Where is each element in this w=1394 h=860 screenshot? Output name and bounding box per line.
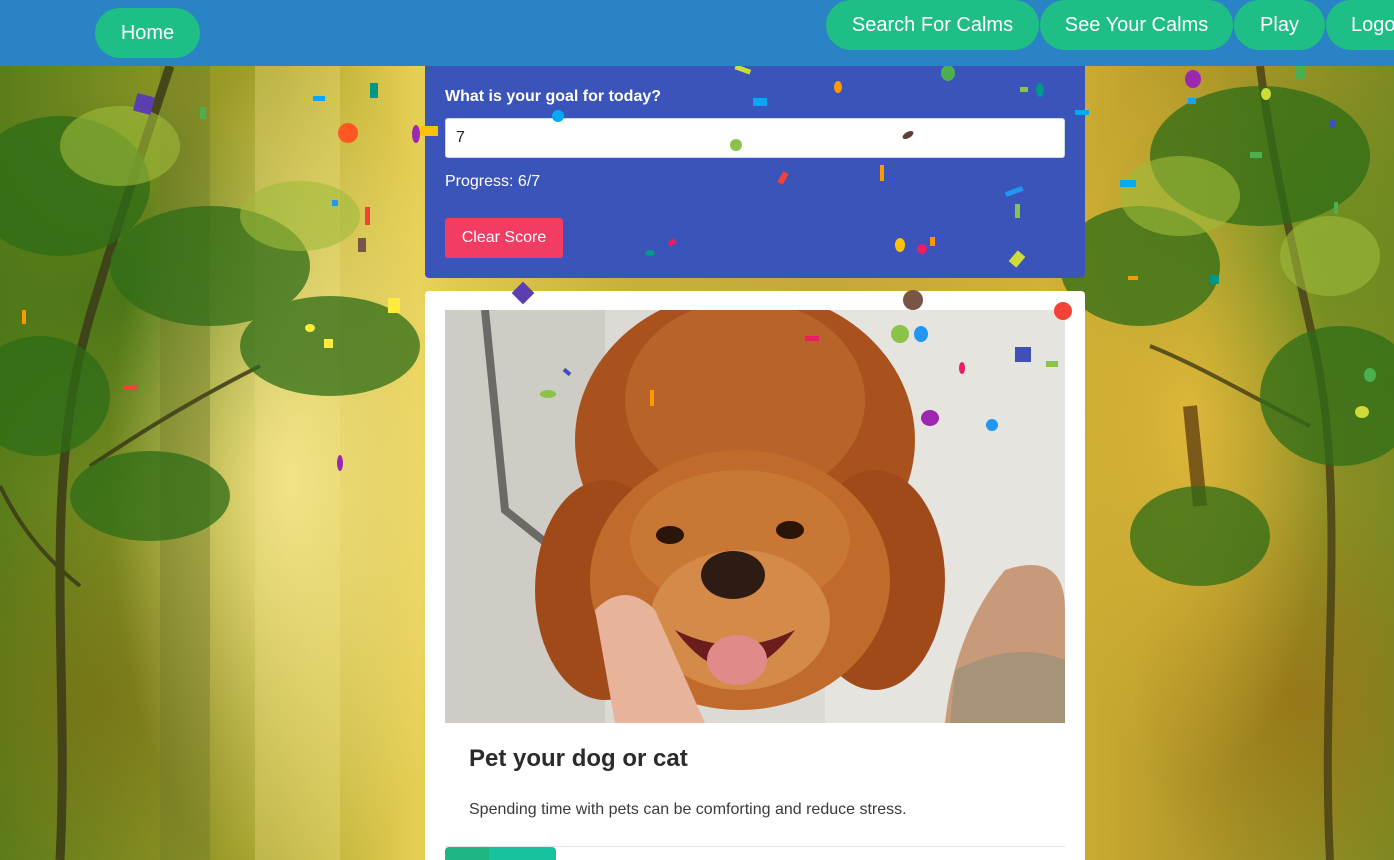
goal-panel: What is your goal for today? Progress: 6… <box>425 66 1085 278</box>
golden-retriever-photo <box>445 310 1065 723</box>
play-button[interactable]: Play <box>1234 0 1325 50</box>
goal-label: What is your goal for today? <box>445 88 662 105</box>
card-action-button[interactable] <box>445 847 489 860</box>
clear-score-button[interactable]: Clear Score <box>445 218 563 258</box>
activity-card: Pet your dog or cat Spending time with p… <box>425 291 1085 860</box>
card-title: Pet your dog or cat <box>469 745 688 772</box>
see-your-calms-button[interactable]: See Your Calms <box>1040 0 1233 50</box>
top-navbar: Home Search For Calms See Your Calms Pla… <box>0 0 1394 66</box>
search-for-calms-button[interactable]: Search For Calms <box>826 0 1039 50</box>
card-secondary-button[interactable] <box>489 847 556 860</box>
goal-input[interactable] <box>445 118 1065 158</box>
progress-text: Progress: 6/7 <box>445 173 541 190</box>
home-button[interactable]: Home <box>95 8 200 58</box>
card-description: Spending time with pets can be comfortin… <box>469 801 907 818</box>
logout-button[interactable]: Logo <box>1326 0 1394 50</box>
